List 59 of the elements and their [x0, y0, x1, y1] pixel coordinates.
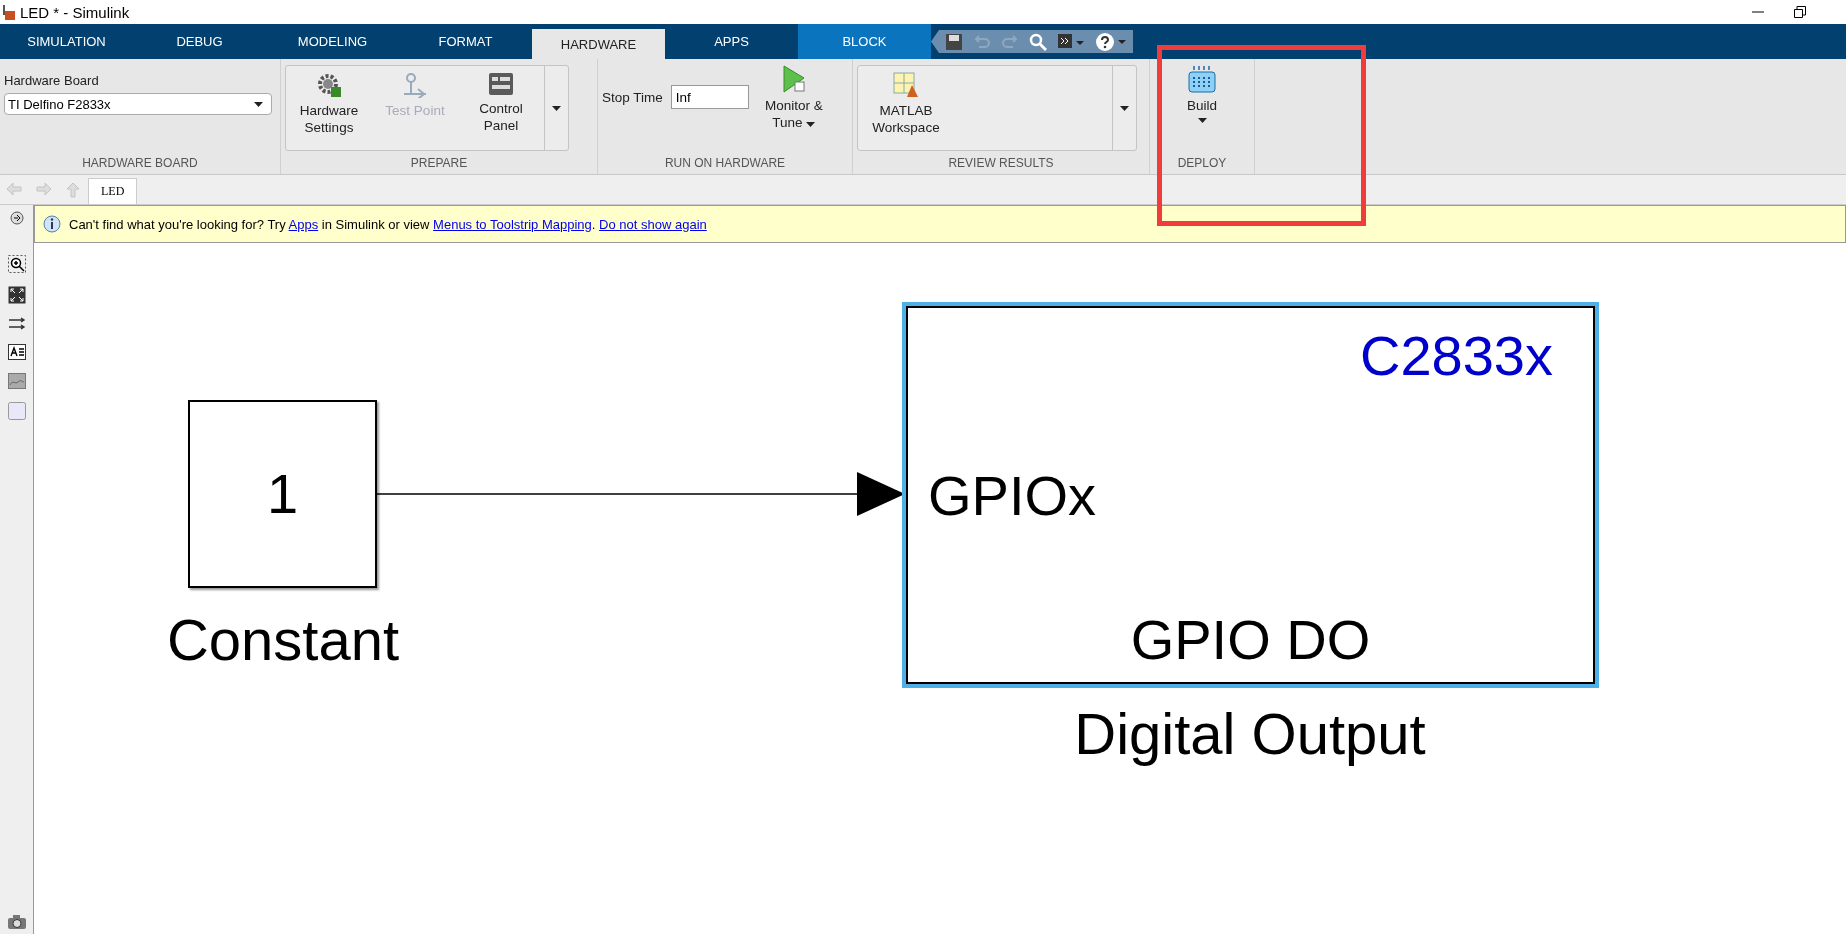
- caret-icon: [254, 101, 263, 107]
- image-icon[interactable]: [7, 373, 26, 389]
- panel-icon: [488, 72, 514, 96]
- block-function: GPIO DO: [1130, 612, 1371, 668]
- play-icon: [781, 65, 806, 93]
- model-tab[interactable]: LED: [88, 178, 138, 204]
- ribbon-tab[interactable]: FORMAT: [399, 24, 532, 59]
- ribbon-tab[interactable]: APPS: [665, 24, 798, 59]
- window-title: LED * - Simulink: [20, 3, 130, 21]
- caret-icon: [806, 122, 816, 127]
- ribbon-button[interactable]: MATLAB Workspace: [858, 66, 954, 150]
- info-link[interactable]: Do not show again: [599, 216, 707, 232]
- ribbon-button[interactable]: Control Panel: [458, 66, 544, 150]
- stop-time-field[interactable]: Inf: [670, 85, 749, 109]
- ribbon-tab[interactable]: SIMULATION: [0, 24, 133, 59]
- camera-icon[interactable]: [6, 914, 27, 930]
- block-target: C2833x: [1359, 328, 1553, 384]
- help-icon[interactable]: [1095, 31, 1127, 52]
- hide-palette-icon[interactable]: [9, 211, 24, 225]
- annotation-icon[interactable]: [7, 344, 26, 360]
- caret-icon: [1197, 118, 1207, 123]
- search-icon[interactable]: [1029, 32, 1047, 51]
- info-link[interactable]: Apps: [288, 216, 319, 232]
- arrows-icon[interactable]: [7, 317, 26, 331]
- save-icon[interactable]: [945, 32, 963, 51]
- section-label: DEPLOY: [1176, 156, 1228, 172]
- zoom-icon[interactable]: [7, 255, 26, 273]
- info-link[interactable]: Menus to Toolstrip Mapping: [433, 216, 592, 232]
- field-label: Hardware Board: [4, 73, 99, 88]
- shortcut-icon[interactable]: [1057, 32, 1085, 51]
- monitor-tune-button[interactable]: Monitor & Tune: [754, 65, 833, 131]
- fit-view-icon[interactable]: [7, 286, 26, 304]
- block-port: GPIOx: [928, 468, 1097, 524]
- ribbon-tab[interactable]: MODELING: [266, 24, 399, 59]
- ribbon-button[interactable]: Hardware Settings: [286, 66, 372, 150]
- ribbon-tab[interactable]: DEBUG: [133, 24, 266, 59]
- section-label: REVIEW RESULTS: [947, 156, 1055, 172]
- caret-icon: [552, 105, 561, 111]
- block-name: Constant: [166, 611, 400, 669]
- info-icon: [43, 215, 61, 233]
- section-label: RUN ON HARDWARE: [663, 156, 787, 172]
- ribbon-tab[interactable]: BLOCK: [798, 24, 931, 59]
- ribbon-tab[interactable]: HARDWARE: [532, 29, 665, 59]
- restore-icon[interactable]: [1794, 6, 1806, 18]
- field-label: Stop Time: [602, 89, 663, 105]
- build-button[interactable]: Build: [1183, 65, 1221, 123]
- caret-icon: [1120, 105, 1129, 111]
- block-value: 1: [266, 466, 299, 522]
- app-icon: [2, 4, 16, 20]
- section-label: PREPARE: [409, 156, 469, 172]
- gear-icon: [316, 72, 342, 98]
- info-message: Can't find what you're looking for? Try Apps in Simulink or view Menus to Toolstrip Mapping. Do not show again: [69, 216, 707, 232]
- hardware-board-dropdown[interactable]: TI Delfino F2833x: [4, 93, 272, 115]
- build-icon: [1188, 65, 1216, 93]
- workspace-icon: [893, 72, 919, 98]
- constant-block[interactable]: 1: [188, 400, 377, 588]
- area-icon[interactable]: [7, 402, 26, 420]
- section-label: HARDWARE BOARD: [81, 156, 199, 172]
- probe-icon: [402, 72, 428, 98]
